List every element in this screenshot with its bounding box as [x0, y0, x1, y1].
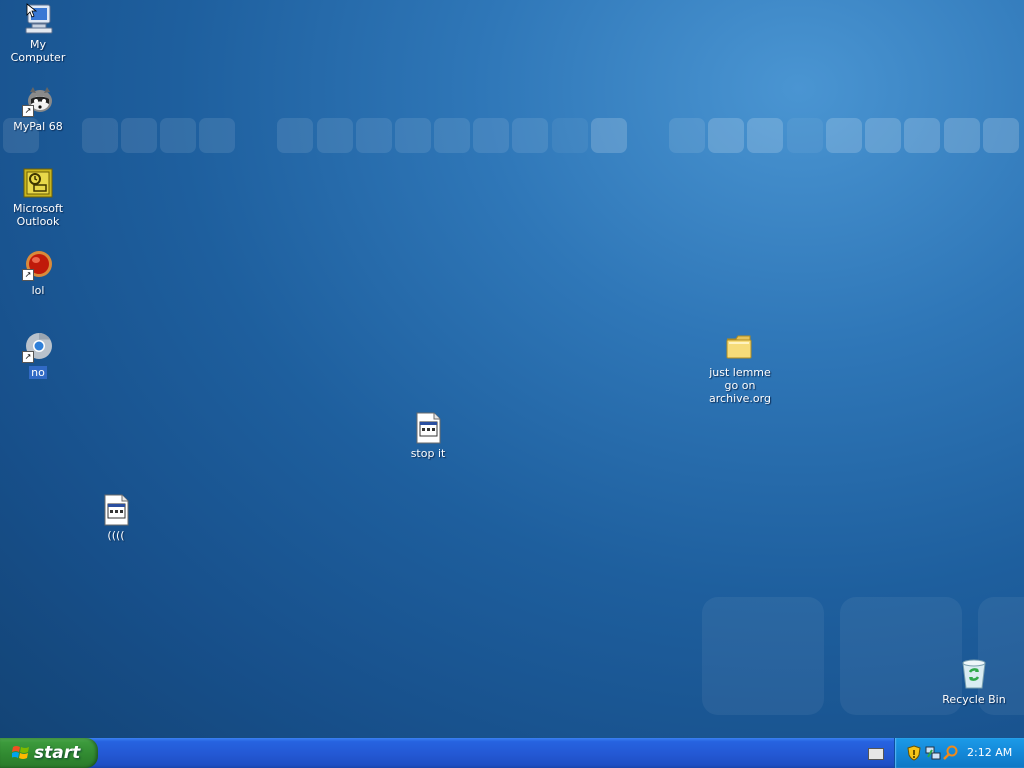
desktop-icon-label: just lemme go on archive.org: [709, 366, 771, 405]
shortcut-arrow-icon: ↗: [22, 269, 34, 281]
system-tray: 2:12 AM: [894, 738, 1024, 768]
desktop-icon-label: Microsoft Outlook: [12, 202, 64, 228]
outlook-icon: [22, 167, 54, 199]
wallpaper-tile: [356, 118, 392, 153]
wallpaper-tile: [904, 118, 940, 153]
wallpaper-tile: [944, 118, 980, 153]
desktop-icon-outlook[interactable]: Microsoft Outlook: [0, 167, 76, 228]
wallpaper-tile: [199, 118, 235, 153]
wallpaper-tile: [512, 118, 548, 153]
file-icon: [412, 412, 444, 444]
desktop-icon-folder[interactable]: just lemme go on archive.org: [702, 331, 778, 405]
desktop-icon-stop-it[interactable]: stop it: [390, 412, 466, 460]
wallpaper-tile: [591, 118, 627, 153]
taskbar: start 2:12 AM: [0, 738, 1024, 768]
desktop-icon-label: stop it: [410, 447, 446, 460]
desktop-icon-mypal[interactable]: ↗ MyPal 68: [0, 85, 76, 133]
desktop-icon-label: MyPal 68: [13, 120, 63, 133]
desktop-icon-label: lol: [31, 284, 45, 297]
desktop[interactable]: My Computer ↗ MyPal 68 Microsoft Outlook…: [0, 0, 1024, 738]
desktop-icon-no[interactable]: ↗ no: [0, 331, 76, 379]
clock[interactable]: 2:12 AM: [967, 738, 1012, 768]
wallpaper-tile: [747, 118, 783, 153]
folder-icon: [724, 331, 756, 363]
wallpaper-tile: [708, 118, 744, 153]
wallpaper-tile: [395, 118, 431, 153]
wallpaper-tile: [317, 118, 353, 153]
security-shield-icon[interactable]: [906, 745, 922, 761]
raccoon-browser-icon: ↗: [22, 85, 54, 117]
wallpaper-tile: [865, 118, 901, 153]
wallpaper-tile: [473, 118, 509, 153]
start-button[interactable]: start: [0, 738, 98, 768]
desktop-icon-paren[interactable]: ((((: [78, 494, 154, 542]
wallpaper-tile: [787, 118, 823, 153]
wallpaper-tile: [160, 118, 196, 153]
wallpaper-tile: [669, 118, 705, 153]
wallpaper-tile: [82, 118, 118, 153]
wallpaper-tile: [121, 118, 157, 153]
desktop-icon-label: My Computer: [10, 38, 66, 64]
wallpaper-tile: [983, 118, 1019, 153]
wallpaper-tile: [277, 118, 313, 153]
shortcut-arrow-icon: ↗: [22, 105, 34, 117]
red-ball-icon: ↗: [22, 249, 54, 281]
file-icon: [100, 494, 132, 526]
desktop-icon-label: no: [29, 366, 47, 379]
computer-icon: [22, 3, 54, 35]
desktop-icon-recycle-bin[interactable]: Recycle Bin: [936, 658, 1012, 706]
windows-flag-icon: [12, 746, 29, 759]
wallpaper-tile: [826, 118, 862, 153]
keyboard-icon[interactable]: [868, 748, 884, 760]
desktop-icon-my-computer[interactable]: My Computer: [0, 3, 76, 64]
wallpaper-tile: [702, 597, 824, 715]
chrome-browser-icon: ↗: [22, 331, 54, 363]
desktop-icon-label: ((((: [107, 529, 125, 542]
start-label: start: [34, 743, 81, 763]
desktop-icon-lol[interactable]: ↗ lol: [0, 249, 76, 297]
network-icon[interactable]: [925, 745, 941, 761]
search-magnifier-icon[interactable]: [943, 745, 959, 761]
desktop-icon-label: Recycle Bin: [942, 693, 1006, 706]
wallpaper-tile: [552, 118, 588, 153]
recycle-bin-icon: [958, 658, 990, 690]
wallpaper-tile: [434, 118, 470, 153]
shortcut-arrow-icon: ↗: [22, 351, 34, 363]
